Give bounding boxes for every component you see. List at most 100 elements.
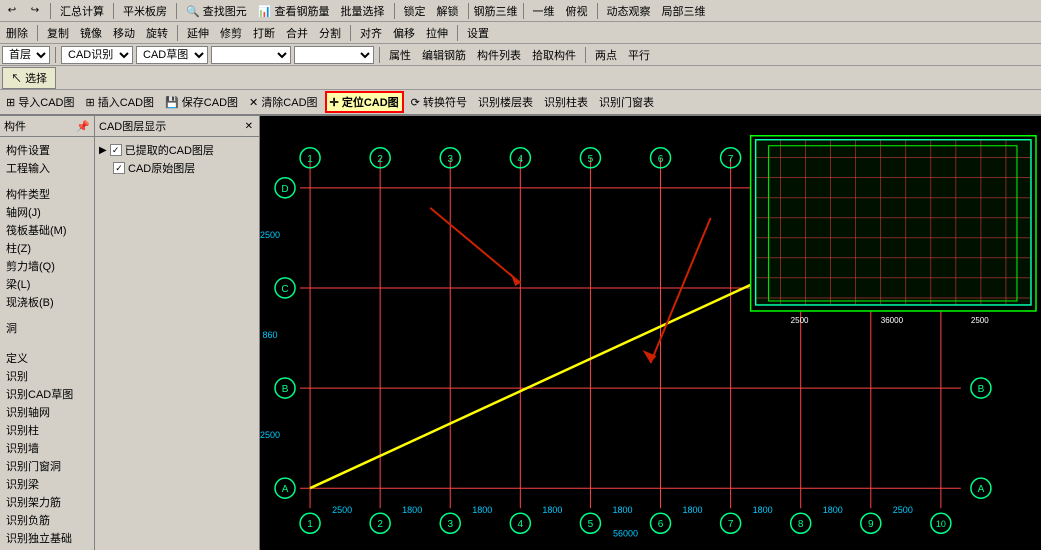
- svg-text:7: 7: [728, 519, 734, 530]
- menu-item-input[interactable]: 工程输入: [2, 159, 92, 177]
- layer-checkbox-extracted[interactable]: [110, 144, 122, 156]
- redo-button[interactable]: ↪: [25, 2, 45, 20]
- locate-cad-button[interactable]: ✛ 定位CAD图: [325, 91, 404, 113]
- convert-icon: ⟳: [411, 97, 420, 109]
- svg-text:8: 8: [798, 519, 804, 530]
- local-3d-button[interactable]: 局部三维: [658, 1, 710, 21]
- trim-button[interactable]: 修剪: [216, 23, 246, 43]
- identify-column-button[interactable]: 识别柱表: [540, 92, 592, 112]
- menu-item-identify[interactable]: 识别: [2, 367, 92, 385]
- cad-draft-select[interactable]: CAD草图: [136, 46, 208, 64]
- cad-identify-select[interactable]: CAD识别: [61, 46, 133, 64]
- pin-icon[interactable]: 📌: [76, 120, 90, 133]
- move-button[interactable]: 移动: [109, 23, 139, 43]
- merge-button[interactable]: 合并: [282, 23, 312, 43]
- convert-symbol-button[interactable]: ⟳ 转换符号: [407, 92, 471, 112]
- insert-cad-button[interactable]: ⊞ 插入CAD图: [82, 92, 159, 112]
- separator1: [50, 3, 51, 19]
- align-button[interactable]: 对齐: [356, 23, 386, 43]
- menu-item-tension-id[interactable]: 识别架力筋: [2, 493, 92, 511]
- menu-item-settings[interactable]: 构件设置: [2, 141, 92, 159]
- one-d-button[interactable]: 一维: [529, 1, 559, 21]
- menu-item-axis-id[interactable]: 识别轴网: [2, 403, 92, 421]
- settings-button[interactable]: 设置: [463, 23, 493, 43]
- svg-text:2500: 2500: [260, 430, 280, 440]
- menu-item-window-id[interactable]: 识别门窗洞: [2, 457, 92, 475]
- calc-button[interactable]: 汇总计算: [56, 1, 108, 21]
- menu-item-beam-id[interactable]: 识别梁: [2, 475, 92, 493]
- unlock-button[interactable]: 解锁: [433, 1, 463, 21]
- menu-item-column[interactable]: 柱(Z): [2, 239, 92, 257]
- menu-item-neg-id[interactable]: 识别负筋: [2, 511, 92, 529]
- menu-item-beam[interactable]: 梁(L): [2, 275, 92, 293]
- extra-select1[interactable]: [211, 46, 291, 64]
- import-cad-button[interactable]: ⊞ 导入CAD图: [2, 92, 79, 112]
- offset-button[interactable]: 偏移: [389, 23, 419, 43]
- dynamic-obs-button[interactable]: 动态观察: [603, 1, 655, 21]
- svg-text:B: B: [282, 384, 289, 395]
- sep-op4: [457, 25, 458, 41]
- break-button[interactable]: 打断: [249, 23, 279, 43]
- split-button[interactable]: 分割: [315, 23, 345, 43]
- menu-item-axis[interactable]: 轴网(J): [2, 203, 92, 221]
- properties-button[interactable]: 属性: [385, 45, 415, 65]
- menu-item-raft[interactable]: 筏板基础(M): [2, 221, 92, 239]
- extra-select2[interactable]: [294, 46, 374, 64]
- sep-f3: [585, 47, 586, 63]
- menu-item-col-id[interactable]: 识别柱: [2, 421, 92, 439]
- delete-button[interactable]: 删除: [2, 23, 32, 43]
- view-icon: 📊: [258, 6, 272, 18]
- floor-select[interactable]: 首层: [2, 46, 50, 64]
- undo-button[interactable]: ↩: [2, 2, 22, 20]
- pick-component-button[interactable]: 拾取构件: [528, 45, 580, 65]
- panel-close-button[interactable]: ✕: [243, 121, 255, 132]
- menu-item-hole[interactable]: 洞: [2, 319, 92, 337]
- menu-item-ind-base-id[interactable]: 识别独立基础: [2, 529, 92, 547]
- svg-text:1800: 1800: [542, 505, 562, 515]
- layer-item-original[interactable]: CAD原始图层: [99, 159, 255, 177]
- component-list-button[interactable]: 构件列表: [473, 45, 525, 65]
- cad-panel-titlebar: CAD图层显示 ✕: [95, 116, 259, 137]
- separator3: [176, 3, 177, 19]
- rotate-button[interactable]: 旋转: [142, 23, 172, 43]
- svg-text:2500: 2500: [791, 316, 809, 325]
- view-steel-button[interactable]: 📊 查看钢筋量: [254, 1, 334, 21]
- svg-text:A: A: [282, 484, 289, 495]
- parallel-button[interactable]: 平行: [624, 45, 654, 65]
- separator5: [468, 3, 469, 19]
- edit-rebar-button[interactable]: 编辑钢筋: [418, 45, 470, 65]
- lock-button[interactable]: 锁定: [400, 1, 430, 21]
- menu-item-slab[interactable]: 现浇板(B): [2, 293, 92, 311]
- two-point-button[interactable]: 两点: [591, 45, 621, 65]
- select-button[interactable]: ↖ 选择: [2, 67, 56, 89]
- menu-item-wall-id[interactable]: 识别墙: [2, 439, 92, 457]
- layer-label-original: CAD原始图层: [128, 160, 195, 176]
- find-elem-button[interactable]: 🔍 查找图元: [182, 1, 251, 21]
- svg-text:B: B: [978, 384, 985, 395]
- menu-item-cad-draft[interactable]: 识别CAD草图: [2, 385, 92, 403]
- clear-cad-button[interactable]: ✕ 清除CAD图: [245, 92, 322, 112]
- save-cad-button[interactable]: 💾 保存CAD图: [161, 92, 242, 112]
- copy-button[interactable]: 复制: [43, 23, 73, 43]
- stretch-button[interactable]: 拉伸: [422, 23, 452, 43]
- mirror-button[interactable]: 镜像: [76, 23, 106, 43]
- svg-text:10: 10: [936, 519, 946, 529]
- floorplan-button[interactable]: 平米板房: [119, 1, 171, 21]
- extend-button[interactable]: 延伸: [183, 23, 213, 43]
- svg-text:9: 9: [868, 519, 874, 530]
- search-icon: 🔍: [186, 6, 200, 18]
- menu-item-type[interactable]: 构件类型: [2, 185, 92, 203]
- menu-item-define[interactable]: 定义: [2, 349, 92, 367]
- sep-f1: [55, 47, 56, 63]
- layer-item-extracted[interactable]: ▶ 已提取的CAD图层: [99, 141, 255, 159]
- batch-select-button[interactable]: 批量选择: [337, 1, 389, 21]
- canvas-area[interactable]: 1 2 3 4 5 6 7 8 9 10 1 2 3: [260, 116, 1041, 550]
- menu-item-wall[interactable]: 剪力墙(Q): [2, 257, 92, 275]
- separator6: [523, 3, 524, 19]
- svg-text:860: 860: [262, 330, 277, 340]
- identify-window-button[interactable]: 识别门窗表: [595, 92, 658, 112]
- layer-checkbox-original[interactable]: [113, 162, 125, 174]
- top-view-button[interactable]: 俯视: [562, 1, 592, 21]
- svg-text:56000: 56000: [613, 528, 638, 538]
- identify-floor-button[interactable]: 识别楼层表: [474, 92, 537, 112]
